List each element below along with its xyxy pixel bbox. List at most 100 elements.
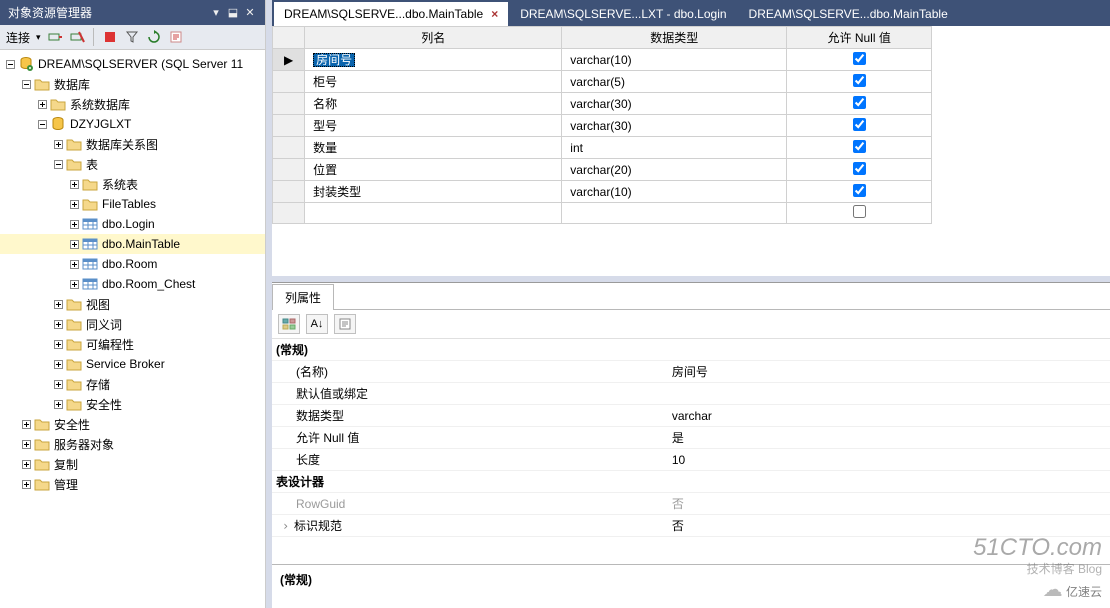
- plus-icon[interactable]: [20, 418, 32, 430]
- table-designer[interactable]: 列名 数据类型 允许 Null 值 ▶房间号varchar(10)柜号varch…: [272, 26, 1110, 276]
- plus-icon[interactable]: [68, 258, 80, 270]
- allow-null-checkbox[interactable]: [853, 205, 866, 218]
- filter-icon[interactable]: [124, 29, 140, 45]
- close-icon[interactable]: ×: [491, 7, 498, 21]
- disconnect-icon[interactable]: [69, 29, 85, 45]
- storage-folder[interactable]: 存储: [0, 374, 265, 394]
- table-row[interactable]: 数量int: [273, 137, 932, 159]
- column-name-cell[interactable]: 房间号: [305, 49, 562, 71]
- column-name-cell[interactable]: 位置: [305, 159, 562, 181]
- dropdown-icon[interactable]: ▾: [209, 6, 223, 20]
- table-row[interactable]: 封装类型varchar(10): [273, 181, 932, 203]
- table-maintable[interactable]: dbo.MainTable: [0, 234, 265, 254]
- connect-icon[interactable]: [47, 29, 63, 45]
- table-row[interactable]: ▶房间号varchar(10): [273, 49, 932, 71]
- tables-folder[interactable]: 表: [0, 154, 265, 174]
- views-folder[interactable]: 视图: [0, 294, 265, 314]
- servicebroker-folder[interactable]: Service Broker: [0, 354, 265, 374]
- minus-icon[interactable]: [36, 118, 48, 130]
- allow-null-cell[interactable]: [787, 115, 932, 137]
- minus-icon[interactable]: [4, 58, 16, 70]
- column-name-cell[interactable]: 柜号: [305, 71, 562, 93]
- allow-null-cell[interactable]: [787, 137, 932, 159]
- table-row[interactable]: 柜号varchar(5): [273, 71, 932, 93]
- diagrams-folder[interactable]: 数据库关系图: [0, 134, 265, 154]
- plus-icon[interactable]: [68, 238, 80, 250]
- data-type-cell[interactable]: varchar(30): [562, 93, 787, 115]
- props-page-button[interactable]: [334, 314, 356, 334]
- col-header-null[interactable]: 允许 Null 值: [787, 27, 932, 49]
- plus-icon[interactable]: [52, 298, 64, 310]
- row-selector[interactable]: [273, 159, 305, 181]
- table-room[interactable]: dbo.Room: [0, 254, 265, 274]
- data-type-cell[interactable]: int: [562, 137, 787, 159]
- plus-icon[interactable]: [20, 458, 32, 470]
- allow-null-checkbox[interactable]: [853, 184, 866, 197]
- row-selector[interactable]: [273, 137, 305, 159]
- data-type-cell[interactable]: varchar(5): [562, 71, 787, 93]
- connect-label[interactable]: 连接: [6, 29, 30, 46]
- row-selector[interactable]: [273, 181, 305, 203]
- row-selector[interactable]: [273, 203, 305, 224]
- data-type-cell[interactable]: varchar(20): [562, 159, 787, 181]
- plus-icon[interactable]: [52, 358, 64, 370]
- allow-null-checkbox[interactable]: [853, 140, 866, 153]
- allow-null-checkbox[interactable]: [853, 118, 866, 131]
- row-selector[interactable]: [273, 115, 305, 137]
- property-grid[interactable]: ∨(常规) (名称)房间号 默认值或绑定 数据类型varchar 允许 Null…: [272, 339, 1110, 564]
- plus-icon[interactable]: [20, 478, 32, 490]
- server-node[interactable]: DREAM\SQLSERVER (SQL Server 11: [0, 54, 265, 74]
- row-selector[interactable]: [273, 93, 305, 115]
- stop-icon[interactable]: [102, 29, 118, 45]
- plus-icon[interactable]: [68, 218, 80, 230]
- allow-null-cell[interactable]: [787, 159, 932, 181]
- security-folder[interactable]: 安全性: [0, 414, 265, 434]
- plus-icon[interactable]: [52, 138, 64, 150]
- serverobjects-folder[interactable]: 服务器对象: [0, 434, 265, 454]
- col-header-type[interactable]: 数据类型: [562, 27, 787, 49]
- allow-null-cell[interactable]: [787, 181, 932, 203]
- plus-icon[interactable]: [52, 398, 64, 410]
- plus-icon[interactable]: [68, 178, 80, 190]
- column-name-cell[interactable]: 名称: [305, 93, 562, 115]
- close-icon[interactable]: ✕: [243, 6, 257, 20]
- allow-null-cell[interactable]: [787, 93, 932, 115]
- table-row-new[interactable]: [273, 203, 932, 224]
- allow-null-checkbox[interactable]: [853, 52, 866, 65]
- tab-2[interactable]: DREAM\SQLSERVE...LXT - dbo.Login: [510, 2, 736, 26]
- tab-3[interactable]: DREAM\SQLSERVE...dbo.MainTable: [739, 2, 958, 26]
- replication-folder[interactable]: 复制: [0, 454, 265, 474]
- props-tab[interactable]: 列属性: [272, 284, 334, 310]
- table-roomchest[interactable]: dbo.Room_Chest: [0, 274, 265, 294]
- plus-icon[interactable]: [52, 378, 64, 390]
- synonyms-folder[interactable]: 同义词: [0, 314, 265, 334]
- systables-folder[interactable]: 系统表: [0, 174, 265, 194]
- table-login[interactable]: dbo.Login: [0, 214, 265, 234]
- table-row[interactable]: 型号varchar(30): [273, 115, 932, 137]
- pin-icon[interactable]: ⬓: [226, 6, 240, 20]
- refresh-icon[interactable]: [146, 29, 162, 45]
- allow-null-cell[interactable]: [787, 49, 932, 71]
- db-security-folder[interactable]: 安全性: [0, 394, 265, 414]
- plus-icon[interactable]: [36, 98, 48, 110]
- script-icon[interactable]: [168, 29, 184, 45]
- row-selector[interactable]: [273, 71, 305, 93]
- plus-icon[interactable]: [20, 438, 32, 450]
- programmability-folder[interactable]: 可编程性: [0, 334, 265, 354]
- object-tree[interactable]: DREAM\SQLSERVER (SQL Server 11 数据库 系统数据库: [0, 50, 265, 608]
- userdb-node[interactable]: DZYJGLXT: [0, 114, 265, 134]
- col-header-name[interactable]: 列名: [305, 27, 562, 49]
- plus-icon[interactable]: [68, 198, 80, 210]
- data-type-cell[interactable]: varchar(30): [562, 115, 787, 137]
- data-type-cell[interactable]: varchar(10): [562, 181, 787, 203]
- allow-null-checkbox[interactable]: [853, 162, 866, 175]
- data-type-cell[interactable]: varchar(10): [562, 49, 787, 71]
- row-selector[interactable]: ▶: [273, 49, 305, 71]
- allow-null-checkbox[interactable]: [853, 96, 866, 109]
- allow-null-checkbox[interactable]: [853, 74, 866, 87]
- column-name-cell[interactable]: 数量: [305, 137, 562, 159]
- management-folder[interactable]: 管理: [0, 474, 265, 494]
- plus-icon[interactable]: [68, 278, 80, 290]
- table-row[interactable]: 名称varchar(30): [273, 93, 932, 115]
- filetables-folder[interactable]: FileTables: [0, 194, 265, 214]
